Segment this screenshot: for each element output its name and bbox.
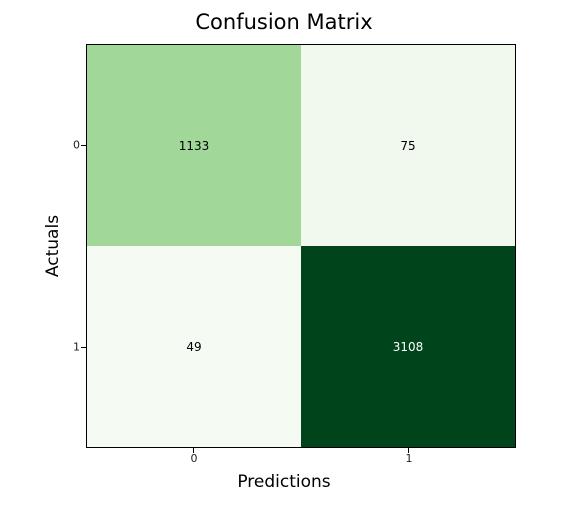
ytick-label-0: 0: [68, 139, 80, 152]
xtick-label-1: 1: [406, 452, 413, 465]
x-axis-label: Predictions: [0, 472, 568, 492]
ytick-label-1: 1: [68, 341, 80, 354]
cell-1-0: 49: [87, 246, 301, 447]
xtick-label-0: 0: [191, 452, 198, 465]
y-axis-label: Actuals: [43, 215, 63, 277]
ytick-mark-0: [81, 145, 86, 146]
chart-title: Confusion Matrix: [0, 10, 568, 34]
cell-0-1: 75: [301, 45, 515, 246]
cell-0-0: 1133: [87, 45, 301, 246]
cell-1-1: 3108: [301, 246, 515, 447]
heatmap-grid: 1133 75 49 3108: [87, 45, 515, 447]
confusion-matrix-figure: Confusion Matrix 1133 75 49 3108 0 1 0 1…: [0, 0, 568, 516]
heatmap-axes: 1133 75 49 3108: [86, 44, 516, 448]
ytick-mark-1: [81, 347, 86, 348]
